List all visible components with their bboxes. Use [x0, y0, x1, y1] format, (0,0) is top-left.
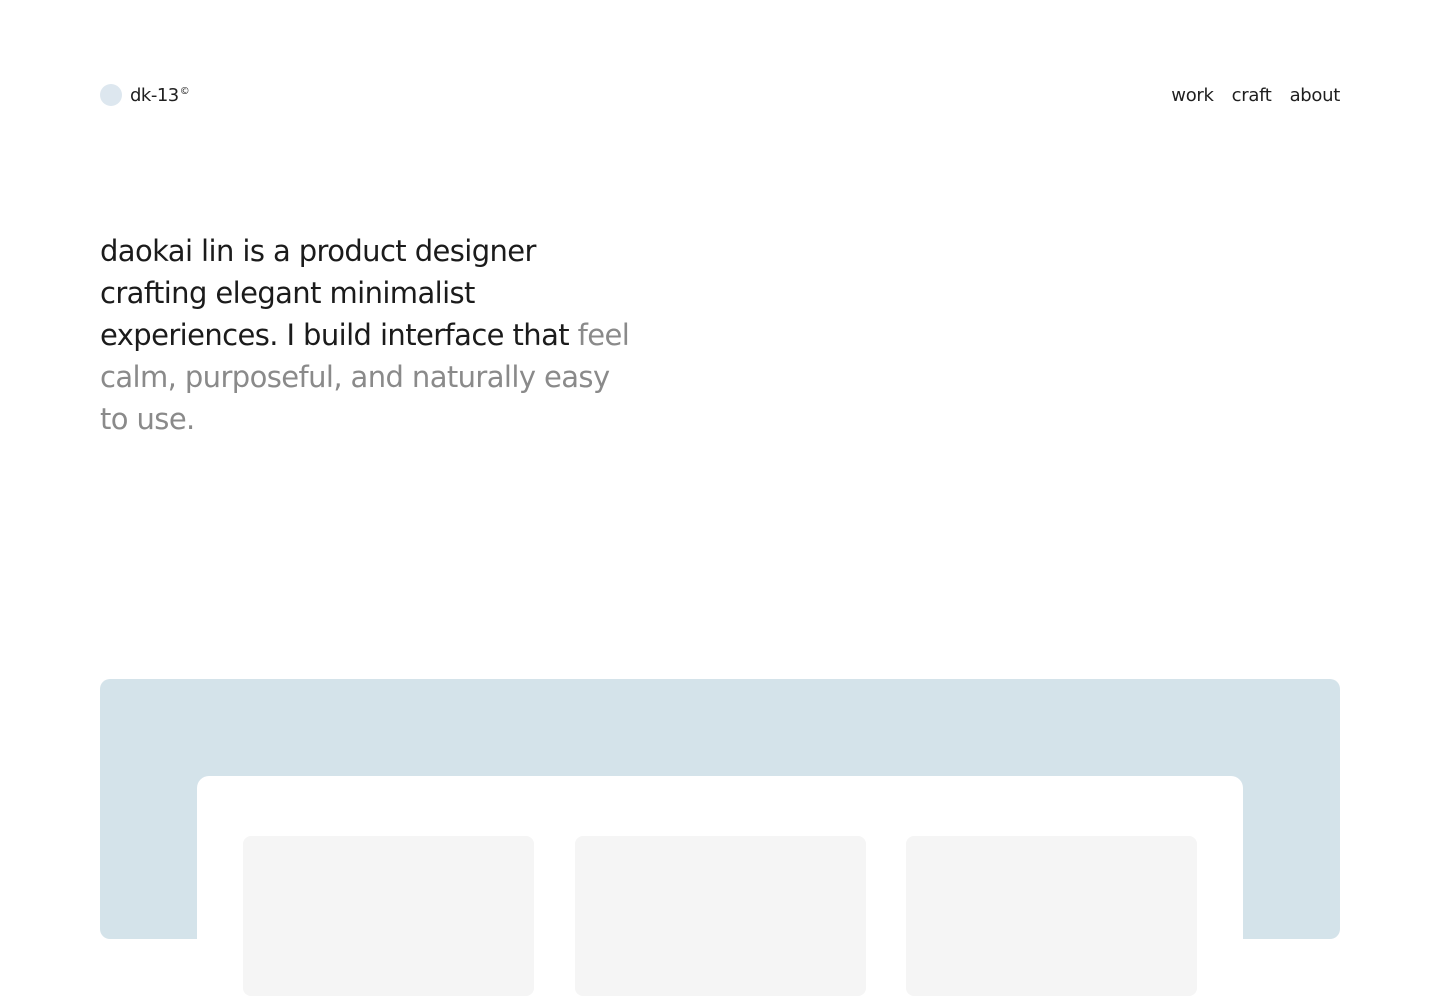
showcase-card [197, 776, 1243, 996]
project-showcase[interactable] [100, 679, 1340, 996]
nav-link-craft[interactable]: craft [1232, 85, 1272, 106]
brand-logo[interactable]: dk-13© [100, 84, 190, 106]
intro-lead-text: daokai lin is a product designer craftin… [100, 234, 578, 352]
intro-statement: daokai lin is a product designer craftin… [100, 230, 640, 440]
nav-link-work[interactable]: work [1171, 85, 1214, 106]
showcase-tile [575, 836, 866, 996]
showcase-tile [906, 836, 1197, 996]
main-nav: work craft about [1171, 85, 1340, 106]
brand-name: dk-13© [130, 84, 190, 106]
site-header: dk-13© work craft about [100, 78, 1340, 112]
brand-name-text: dk-13 [130, 84, 179, 106]
nav-link-about[interactable]: about [1290, 85, 1341, 106]
showcase-tile [243, 836, 534, 996]
brand-dot-icon [100, 84, 122, 106]
brand-copyright-mark: © [179, 85, 190, 97]
